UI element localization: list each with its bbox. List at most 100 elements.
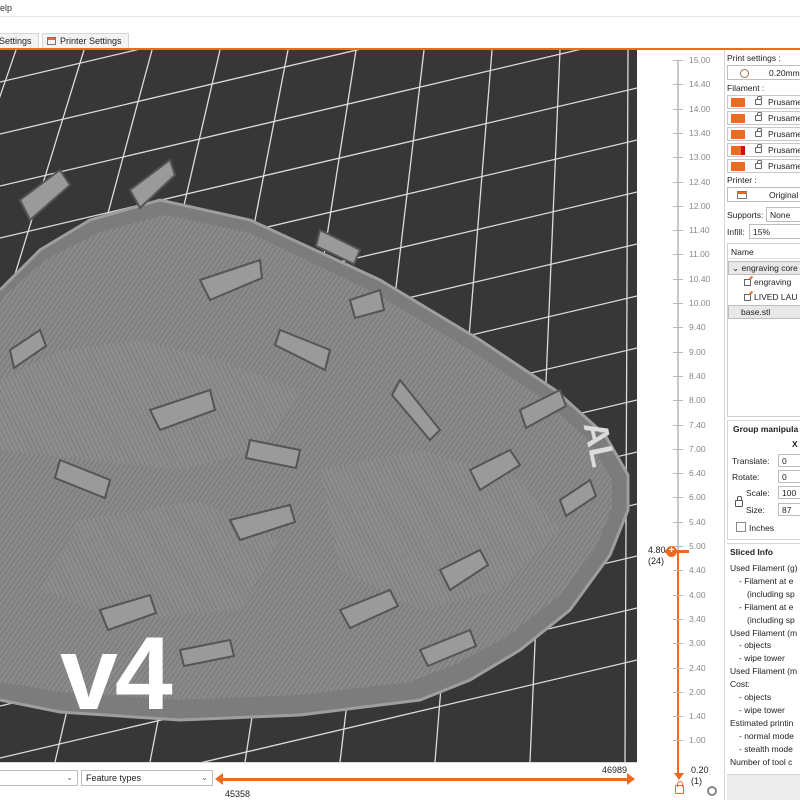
filament-combo-2[interactable]: Prusame xyxy=(727,111,800,125)
add-color-change-icon[interactable]: + xyxy=(666,546,677,557)
prusaslicer-window: elp Settings Printer Settings AL v4 ⌄ Fe… xyxy=(0,0,800,800)
layer-tick xyxy=(673,230,683,232)
sliced-info-line: Used Filament (g) xyxy=(730,563,798,573)
print-settings-combo[interactable]: 0.20mm xyxy=(727,65,800,80)
horizontal-slider-right-thumb[interactable] xyxy=(627,773,635,785)
overlay-version-text: v4 xyxy=(60,616,173,732)
view-type-select[interactable]: ⌄ xyxy=(0,770,78,786)
preview-bottom-bar: ⌄ Feature types ⌄ 45358 46989 xyxy=(0,762,640,800)
layer-slider-lower-thumb[interactable] xyxy=(674,773,684,780)
object-row-engraving-core[interactable]: ⌄ engraving core xyxy=(728,261,800,275)
tab-filament-settings[interactable]: Settings xyxy=(0,33,39,49)
layer-tick-label: 3.40 xyxy=(689,613,706,624)
layer-tick xyxy=(673,448,683,450)
tab-printer-settings[interactable]: Printer Settings xyxy=(42,33,129,49)
supports-combo[interactable]: None xyxy=(766,207,800,222)
right-sidebar: Print settings : 0.20mm Filament : Prusa… xyxy=(724,50,800,800)
layer-tick xyxy=(673,132,683,134)
sliced-info-line: - wipe tower xyxy=(739,653,785,664)
legend-type-value: Feature types xyxy=(86,773,142,783)
filament-color-swatch[interactable] xyxy=(731,114,745,123)
layer-tick xyxy=(673,181,683,183)
layer-tick-label: 2.40 xyxy=(689,662,706,673)
sliced-info-line: Used Filament (m xyxy=(730,666,798,677)
layer-tick-label: 5.40 xyxy=(689,516,706,527)
layer-tick xyxy=(673,375,683,377)
layer-tick xyxy=(673,157,683,159)
3d-preview-viewport[interactable]: AL v4 xyxy=(0,50,637,762)
horizontal-slider-left-value: 45358 xyxy=(225,789,251,799)
sliced-info-line: Number of tool c xyxy=(730,756,793,767)
sliced-info-line: - objects xyxy=(739,640,772,651)
filament-color-swatch[interactable] xyxy=(731,98,745,107)
tab-bar: Settings Printer Settings xyxy=(0,17,800,49)
lower-height: 0.20 xyxy=(691,765,709,775)
translate-x-input[interactable]: 0 xyxy=(778,454,800,467)
layer-tick xyxy=(673,691,683,693)
horizontal-slider-right-value: 46989 xyxy=(602,765,628,775)
filament-color-swatch[interactable] xyxy=(731,130,745,139)
sliced-info-line: Estimated printin xyxy=(730,717,794,728)
size-label: Size: xyxy=(746,505,765,515)
layer-tick-label: 5.00 xyxy=(689,541,706,551)
lock-icon xyxy=(755,144,762,153)
filament-name: Prusame xyxy=(768,161,800,171)
horizontal-slider-left-thumb[interactable] xyxy=(215,773,223,785)
layer-tick xyxy=(673,205,683,207)
filament-color-swatch[interactable] xyxy=(731,146,745,155)
layer-tick xyxy=(673,643,683,645)
layer-tick-label: 3.00 xyxy=(689,638,706,649)
size-x-input[interactable]: 87 xyxy=(778,503,800,516)
layer-tick xyxy=(673,351,683,353)
layer-tick-label: 14.00 xyxy=(689,103,711,114)
axis-x-label: X xyxy=(792,439,798,449)
legend-type-select[interactable]: Feature types ⌄ xyxy=(81,770,213,786)
inches-label: Inches xyxy=(749,523,775,533)
filament-combo-5[interactable]: Prusame xyxy=(727,159,800,173)
scale-label: Scale: xyxy=(746,488,770,498)
lock-icon[interactable] xyxy=(675,781,684,794)
gear-icon[interactable] xyxy=(707,786,717,796)
layer-tick-label: 11.00 xyxy=(689,249,710,260)
menu-help[interactable]: elp xyxy=(0,3,12,13)
sliced-info-title: Sliced Info xyxy=(730,547,773,557)
filament-color-swatch[interactable] xyxy=(731,162,745,171)
filament-combo-3[interactable]: Prusame xyxy=(727,127,800,141)
sliced-info-line: Used Filament (m xyxy=(730,627,798,638)
layer-tick-label: 7.00 xyxy=(689,443,706,454)
scale-x-input[interactable]: 100 xyxy=(778,486,800,499)
filament-name: Prusame xyxy=(768,129,800,139)
sliced-info-line: - wipe tower xyxy=(739,704,785,715)
chevron-down-icon[interactable]: ⌄ xyxy=(732,263,739,273)
sliced-info-line: - stealth mode xyxy=(739,743,793,754)
layer-tick-label: 7.40 xyxy=(689,419,706,430)
layer-tick xyxy=(673,400,683,402)
lock-icon[interactable] xyxy=(735,496,743,507)
object-row-base-stl[interactable]: base.stl xyxy=(728,305,800,319)
layer-slider: 15.00 14.40 14.00 13.40 13.00 12.40 12.00 11.40… xyxy=(637,50,724,800)
horizontal-move-slider[interactable] xyxy=(219,778,631,781)
layer-slider-active-range xyxy=(677,553,679,775)
filament-combo-4[interactable]: Prusame xyxy=(727,143,800,157)
layer-slider-upper-value: 4.80 (24) xyxy=(648,545,666,567)
infill-combo[interactable]: 15% xyxy=(749,224,800,239)
layer-tick-label: 9.00 xyxy=(689,346,706,357)
supports-value: None xyxy=(770,210,791,220)
layer-tick-label: 2.00 xyxy=(689,686,706,697)
tab-label: Settings xyxy=(0,36,32,46)
filament-combo-1[interactable]: Prusame xyxy=(727,95,800,109)
object-label: LIVED LAU xyxy=(754,292,798,302)
export-gcode-button[interactable] xyxy=(727,774,800,800)
rotate-x-input[interactable]: 0 xyxy=(778,470,800,483)
menu-bar: elp xyxy=(0,0,800,17)
object-row-lived-lau[interactable]: LIVED LAU xyxy=(728,291,800,305)
printer-combo[interactable]: Original xyxy=(727,187,800,202)
object-row-engraving[interactable]: engraving xyxy=(728,276,800,290)
group-manipulation-title: Group manipula xyxy=(733,424,799,434)
layer-tick-label: 1.40 xyxy=(689,711,706,722)
inches-checkbox[interactable] xyxy=(736,522,746,532)
object-label: engraving xyxy=(754,277,792,287)
layer-tick xyxy=(673,108,683,110)
layer-tick xyxy=(673,84,683,86)
filament-name: Prusame xyxy=(768,97,800,107)
